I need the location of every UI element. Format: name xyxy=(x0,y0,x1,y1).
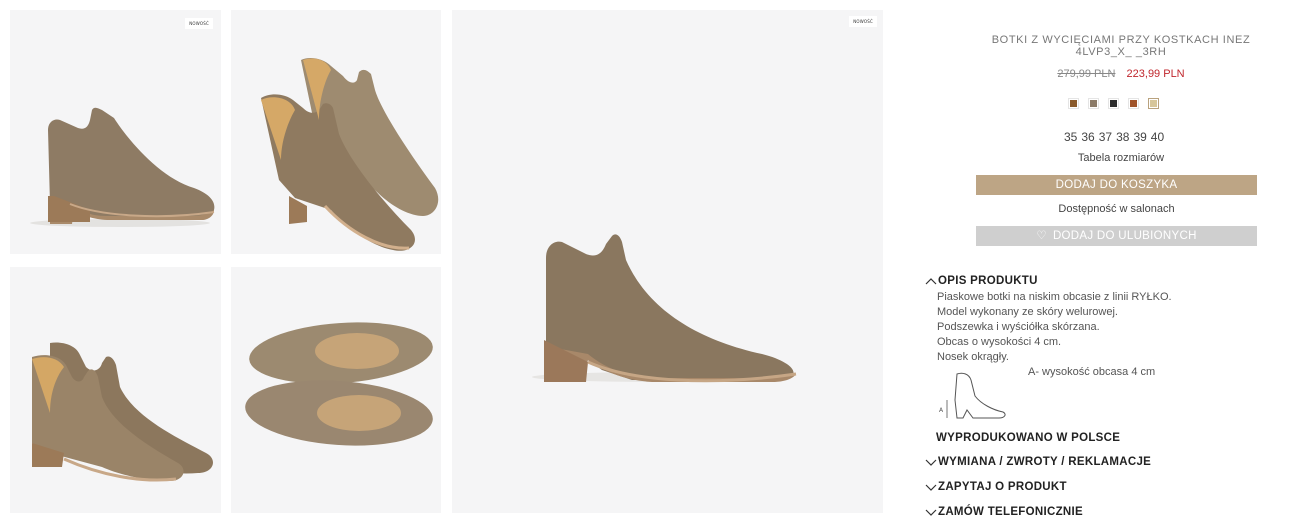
color-swatch-fill xyxy=(1090,100,1097,107)
phone-order-toggle[interactable]: ZAMÓW TELEFONICZNIE xyxy=(925,506,1083,518)
color-swatch-fill xyxy=(1110,100,1117,107)
chevron-down-icon xyxy=(925,509,937,516)
old-price: 279,99 PLN xyxy=(1057,68,1116,80)
boot-side-image xyxy=(30,107,215,227)
size-option[interactable]: 39 xyxy=(1133,130,1146,144)
product-title: BOTKI Z WYCIĘCIAMI PRZY KOSTKACH INEZ 4L… xyxy=(991,34,1251,58)
heart-icon: ♡ xyxy=(1036,230,1047,242)
price-block: 279,99 PLN 223,99 PLN xyxy=(976,68,1266,80)
made-in-poland: WYPRODUKOWANO W POLSCE xyxy=(936,432,1121,444)
diagram-label: A xyxy=(939,407,944,414)
boot-front-image xyxy=(32,342,213,482)
color-swatch-fill xyxy=(1130,100,1137,107)
add-to-cart-button[interactable]: DODAJ DO KOSZYKA xyxy=(976,175,1257,195)
new-badge-main: NOWOŚĆ xyxy=(849,16,877,27)
description-toggle[interactable]: OPIS PRODUKTU xyxy=(925,275,1038,287)
color-swatch-fill xyxy=(1150,100,1157,107)
product-main-image[interactable]: NOWOŚĆ xyxy=(452,10,883,513)
size-option[interactable]: 36 xyxy=(1081,130,1094,144)
product-thumbnail-side[interactable]: NOWOŚĆ xyxy=(10,10,221,254)
size-option[interactable]: 38 xyxy=(1116,130,1129,144)
chevron-down-icon xyxy=(925,484,937,491)
color-swatch[interactable] xyxy=(1108,98,1119,109)
product-thumbnail-front[interactable] xyxy=(10,267,221,513)
description-line: Obcas o wysokości 4 cm. xyxy=(937,336,1062,348)
color-swatch[interactable] xyxy=(1068,98,1079,109)
boot-main-image xyxy=(532,234,797,383)
product-description: Piaskowe botki na niskim obcasie z linii… xyxy=(937,290,1172,365)
add-to-favorites-button[interactable]: ♡ DODAJ DO ULUBIONYCH xyxy=(976,226,1257,246)
ask-product-toggle[interactable]: ZAPYTAJ O PRODUKT xyxy=(925,481,1067,493)
add-to-favorites-label: DODAJ DO ULUBIONYCH xyxy=(1052,230,1197,242)
description-line: Model wykonany ze skóry welurowej. xyxy=(937,306,1118,318)
color-swatches xyxy=(1068,98,1159,109)
description-line: Piaskowe botki na niskim obcasie z linii… xyxy=(937,291,1172,303)
color-swatch[interactable] xyxy=(1088,98,1099,109)
description-title: OPIS PRODUKTU xyxy=(938,275,1038,287)
returns-toggle[interactable]: WYMIANA / ZWROTY / REKLAMACJE xyxy=(925,456,1151,468)
store-availability-link[interactable]: Dostępność w salonach xyxy=(976,203,1257,215)
heel-height-note: A- wysokość obcasa 4 cm xyxy=(1028,366,1156,378)
chevron-down-icon xyxy=(925,459,937,466)
phone-order-title: ZAMÓW TELEFONICZNIE xyxy=(938,506,1083,518)
chevron-up-icon xyxy=(925,278,937,285)
color-swatch[interactable] xyxy=(1128,98,1139,109)
boot-pair-image xyxy=(261,58,439,251)
boot-top-image xyxy=(245,322,433,446)
color-swatch[interactable] xyxy=(1148,98,1159,109)
sale-price: 223,99 PLN xyxy=(1126,68,1185,80)
color-swatch-fill xyxy=(1070,100,1077,107)
size-option[interactable]: 35 xyxy=(1064,130,1077,144)
ask-title: ZAPYTAJ O PRODUKT xyxy=(938,481,1067,493)
size-list: 35 36 37 38 39 40 xyxy=(1064,130,1164,144)
product-thumbnail-top[interactable] xyxy=(231,267,441,513)
size-option[interactable]: 37 xyxy=(1099,130,1112,144)
size-option[interactable]: 40 xyxy=(1151,130,1164,144)
product-thumbnail-pair[interactable] xyxy=(231,10,441,254)
heel-diagram: A xyxy=(939,372,1006,419)
returns-title: WYMIANA / ZWROTY / REKLAMACJE xyxy=(938,456,1152,468)
description-line: Podszewka i wyściółka skórzana. xyxy=(937,321,1100,333)
description-line: Nosek okrągły. xyxy=(937,351,1009,363)
new-badge: NOWOŚĆ xyxy=(185,18,213,29)
size-chart-link[interactable]: Tabela rozmiarów xyxy=(976,152,1266,164)
